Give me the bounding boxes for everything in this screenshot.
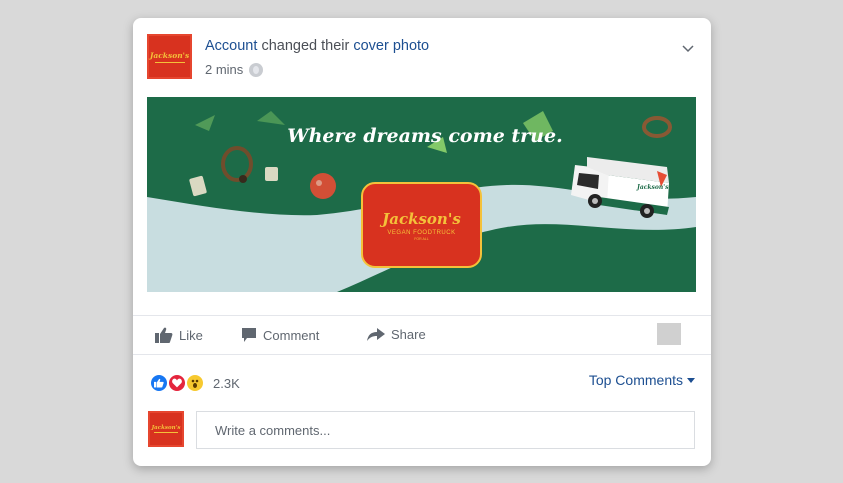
love-reaction-icon: [167, 373, 187, 393]
comment-sort-label: Top Comments: [588, 372, 683, 388]
globe-icon: [249, 62, 264, 77]
svg-text:Jackson's: Jackson's: [636, 184, 669, 191]
comment-sort-dropdown[interactable]: Top Comments: [589, 372, 695, 388]
commenter-avatar[interactable]: Jackson's: [148, 411, 184, 447]
comment-label: Comment: [263, 327, 320, 343]
caret-down-icon: [687, 377, 695, 383]
chevron-down-icon[interactable]: [682, 42, 694, 54]
audience-selector-icon[interactable]: [657, 323, 681, 345]
like-reaction-icon: [149, 373, 169, 393]
share-label: Share: [391, 327, 426, 342]
comment-input[interactable]: [196, 411, 695, 449]
post-meta: 2 mins: [205, 62, 264, 77]
reaction-count: 2.3K: [213, 375, 240, 391]
share-icon: [367, 327, 385, 341]
cover-logo: Jackson's VEGAN FOODTRUCK FOR ALL: [361, 182, 482, 268]
like-button[interactable]: Like: [155, 327, 203, 343]
page-avatar[interactable]: Jackson's: [147, 34, 192, 79]
cover-logo-tiny: FOR ALL: [414, 236, 429, 241]
cover-logo-brand: Jackson's: [382, 209, 461, 228]
wow-reaction-icon: [185, 373, 205, 393]
post-timestamp[interactable]: 2 mins: [205, 62, 243, 77]
reaction-summary[interactable]: 2.3K: [149, 373, 240, 393]
thumbs-up-icon: [155, 327, 173, 343]
commenter-avatar-brand: Jackson's: [151, 425, 181, 431]
commenter-avatar-divider: [154, 432, 178, 433]
author-link[interactable]: Account: [205, 38, 257, 54]
like-label: Like: [179, 327, 203, 343]
cover-tagline: Where dreams come true.: [287, 125, 563, 147]
avatar-divider: [154, 61, 185, 63]
action-bar: Like Comment Share: [133, 315, 711, 355]
cover-photo-link[interactable]: cover photo: [353, 38, 429, 54]
post-card: Jackson's Account changed their cover ph…: [133, 18, 711, 466]
cover-logo-sub: VEGAN FOODTRUCK: [387, 229, 456, 236]
post-action-text: changed their: [261, 38, 350, 54]
comment-button[interactable]: Comment: [241, 327, 319, 343]
comment-icon: [242, 328, 256, 342]
cover-photo[interactable]: Jackson's Where dreams come true. Jackso…: [147, 97, 696, 292]
avatar-brand: Jackson's: [149, 50, 190, 60]
post-header: Account changed their cover photo: [205, 38, 429, 54]
share-button[interactable]: Share: [367, 327, 426, 342]
